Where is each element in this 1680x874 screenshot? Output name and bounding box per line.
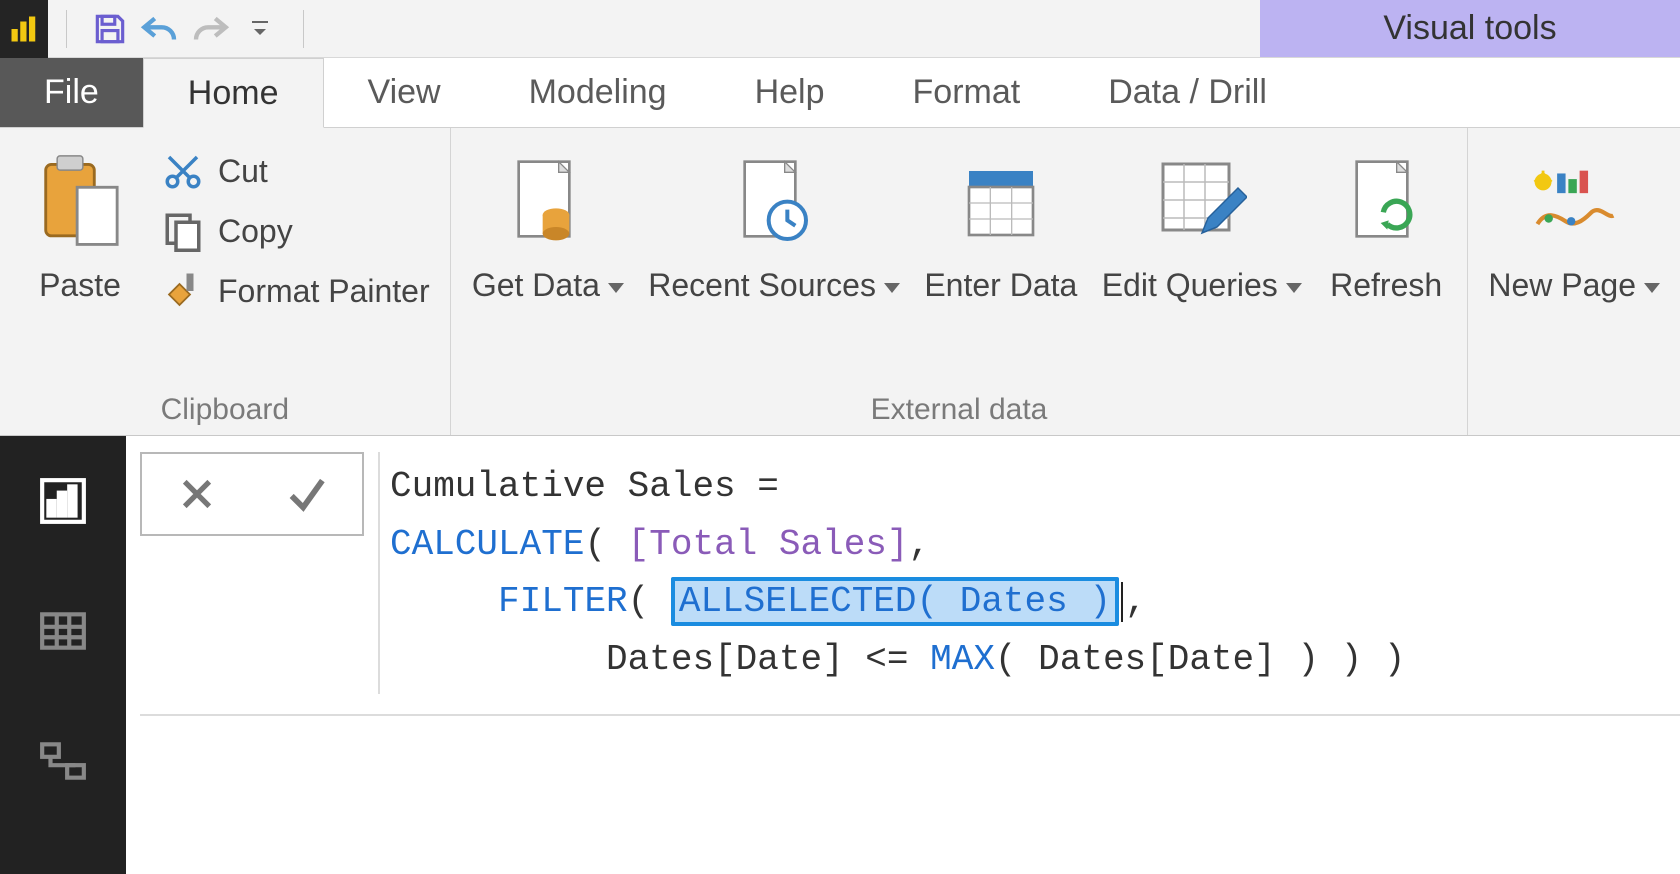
formula-confirm-box (140, 452, 364, 536)
group-insert-label (1488, 387, 1660, 429)
cancel-formula-button[interactable] (142, 454, 252, 534)
data-view-button[interactable] (28, 596, 98, 666)
left-nav (0, 436, 126, 874)
new-page-label: New Page (1488, 266, 1660, 304)
undo-button[interactable] (135, 4, 185, 54)
tok-filter: FILTER (498, 581, 628, 622)
scissors-icon (162, 150, 204, 192)
paste-label: Paste (39, 266, 121, 304)
recent-sources-button[interactable]: Recent Sources (648, 138, 900, 304)
enter-data-label: Enter Data (924, 266, 1077, 304)
copy-icon (162, 210, 204, 252)
tok-max: MAX (930, 639, 995, 680)
tab-help[interactable]: Help (711, 58, 869, 127)
get-data-icon (508, 148, 588, 258)
enter-data-icon (961, 148, 1041, 258)
format-painter-button[interactable]: Format Painter (162, 270, 430, 312)
refresh-label: Refresh (1330, 266, 1442, 304)
check-icon (284, 471, 330, 517)
cut-button[interactable]: Cut (162, 150, 430, 192)
tab-file[interactable]: File (0, 58, 143, 127)
refresh-icon (1346, 148, 1426, 258)
paste-icon (37, 148, 123, 258)
redo-button[interactable] (185, 4, 235, 54)
get-data-label: Get Data (472, 266, 624, 304)
group-clipboard: Paste Cut Copy (0, 128, 451, 435)
group-external-label: External data (471, 387, 1448, 429)
group-insert: New Page (1468, 128, 1680, 435)
format-painter-icon (162, 270, 204, 312)
quick-access-toolbar: Visual tools (0, 0, 1680, 58)
tab-format[interactable]: Format (869, 58, 1065, 127)
app-logo-icon (0, 0, 48, 58)
qat-separator (303, 10, 304, 48)
formula-editor[interactable]: Cumulative Sales = CALCULATE( [Total Sal… (378, 452, 1680, 694)
workspace: Cumulative Sales = CALCULATE( [Total Sal… (0, 436, 1680, 874)
enter-data-button[interactable]: Enter Data (924, 138, 1077, 304)
report-view-button[interactable] (28, 466, 98, 536)
edit-queries-label: Edit Queries (1102, 266, 1302, 304)
copy-button[interactable]: Copy (162, 210, 430, 252)
contextual-tab-title: Visual tools (1260, 0, 1680, 57)
copy-label: Copy (218, 213, 293, 250)
commit-formula-button[interactable] (252, 454, 362, 534)
ribbon-body: Paste Cut Copy (0, 128, 1680, 436)
qat-left (0, 0, 322, 57)
format-painter-label: Format Painter (218, 273, 430, 310)
edit-queries-button[interactable]: Edit Queries (1102, 138, 1302, 304)
group-external-data: Get Data Recent Sources (451, 128, 1469, 435)
tok-allselected-selection: ALLSELECTED( Dates ) (671, 577, 1119, 626)
tok-total-sales: [Total Sales] (628, 524, 909, 565)
tab-view[interactable]: View (324, 58, 485, 127)
new-page-icon (1529, 148, 1619, 258)
tab-home[interactable]: Home (143, 58, 324, 128)
formula-area: Cumulative Sales = CALCULATE( [Total Sal… (126, 436, 1680, 874)
ribbon-tabs: File Home View Modeling Help Format Data… (0, 58, 1680, 128)
formula-text-measure-name: Cumulative Sales = (390, 466, 800, 507)
report-canvas[interactable] (140, 714, 1680, 874)
new-page-button[interactable]: New Page (1488, 138, 1660, 304)
recent-sources-label: Recent Sources (648, 266, 900, 304)
paste-button[interactable]: Paste (20, 138, 140, 304)
save-button[interactable] (85, 4, 135, 54)
group-clipboard-label: Clipboard (20, 387, 430, 429)
customize-qat-button[interactable] (235, 4, 285, 54)
refresh-button[interactable]: Refresh (1326, 138, 1446, 304)
recent-sources-icon (734, 148, 814, 258)
close-icon (176, 473, 218, 515)
get-data-button[interactable]: Get Data (472, 138, 624, 304)
edit-queries-icon (1157, 148, 1247, 258)
model-view-button[interactable] (28, 726, 98, 796)
tab-modeling[interactable]: Modeling (485, 58, 711, 127)
qat-separator (66, 10, 67, 48)
cut-label: Cut (218, 153, 268, 190)
text-cursor (1121, 582, 1123, 622)
tok-calculate: CALCULATE (390, 524, 584, 565)
tab-data-drill[interactable]: Data / Drill (1064, 58, 1311, 127)
